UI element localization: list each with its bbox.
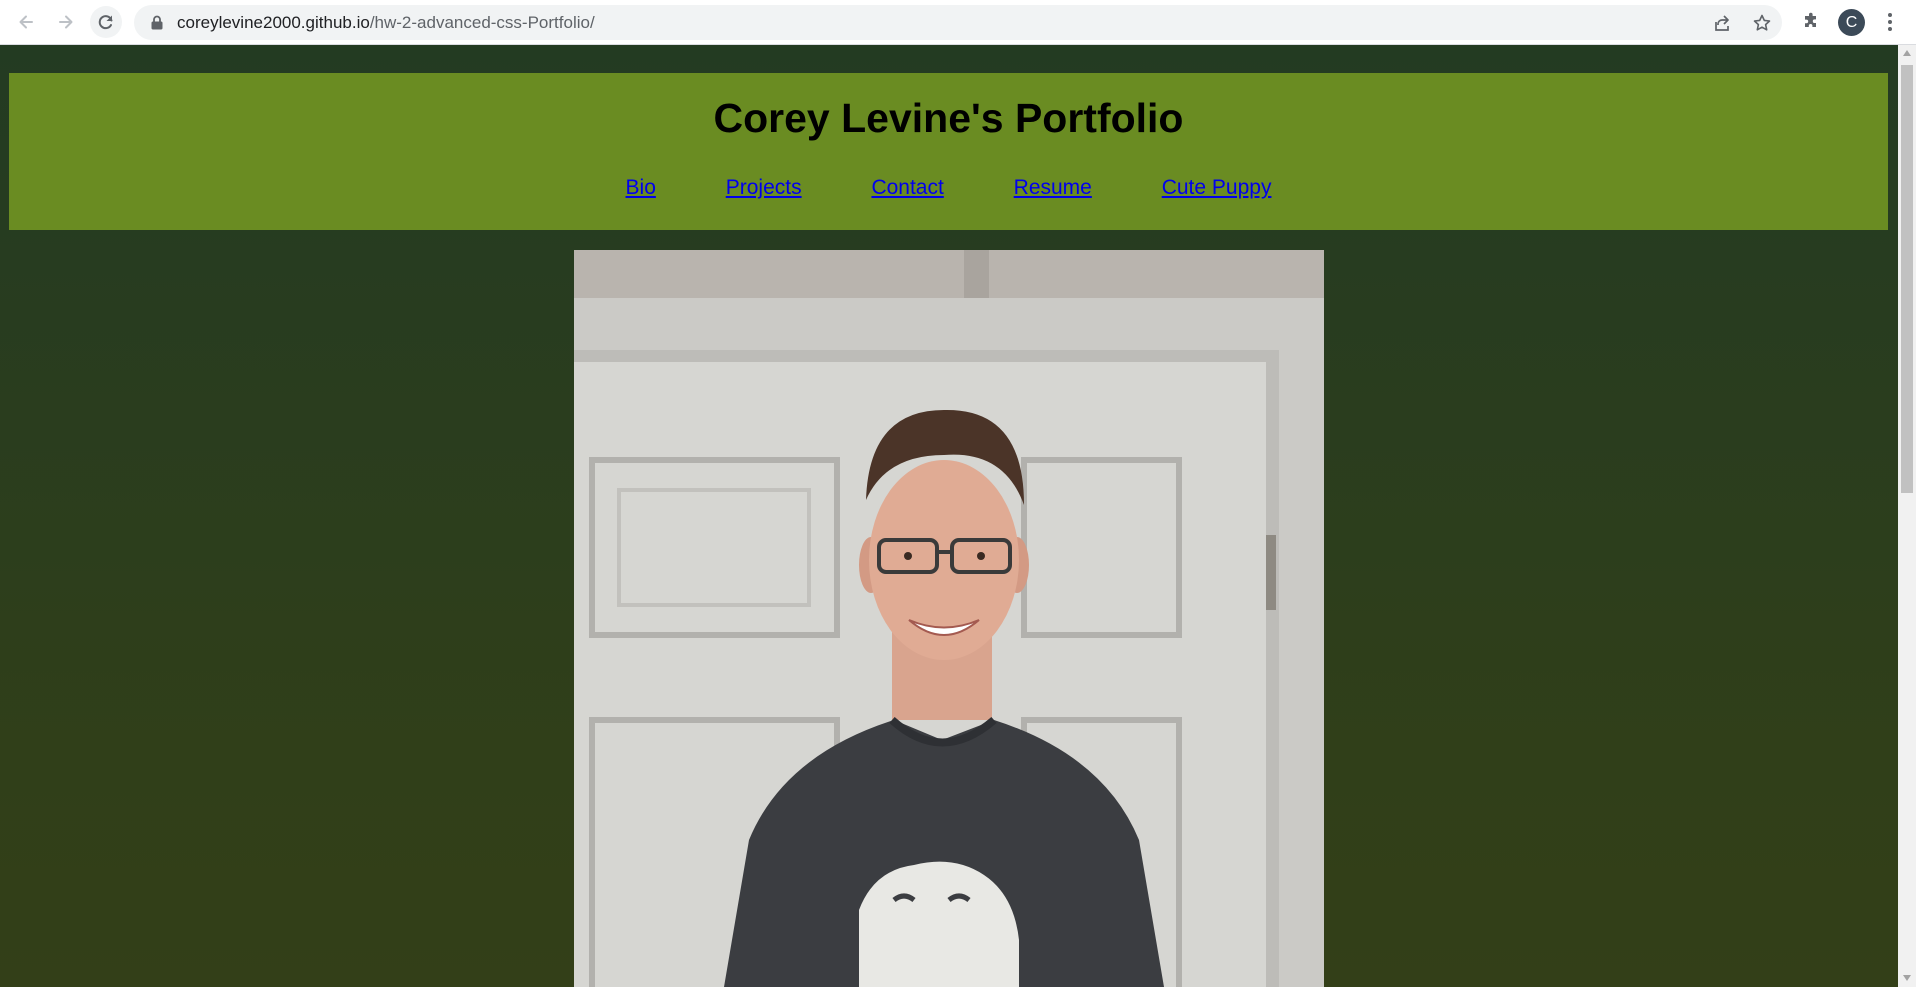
extensions-icon[interactable] — [1801, 12, 1821, 32]
forward-arrow-icon — [59, 15, 73, 29]
reload-button[interactable] — [90, 6, 122, 38]
forward-button[interactable] — [50, 6, 82, 38]
page-viewport: Corey Levine's Portfolio Bio Projects Co… — [0, 45, 1898, 987]
site-header: Corey Levine's Portfolio Bio Projects Co… — [9, 73, 1888, 230]
page-title: Corey Levine's Portfolio — [713, 95, 1184, 141]
back-arrow-icon — [19, 15, 33, 29]
profile-photo — [574, 250, 1324, 987]
site-nav: Bio Projects Contact Resume Cute Puppy — [9, 176, 1888, 200]
kebab-menu-icon[interactable] — [1886, 12, 1894, 32]
scroll-down-arrow-icon[interactable] — [1902, 974, 1912, 982]
url-text[interactable]: coreylevine2000.github.io/hw-2-advanced-… — [177, 14, 595, 32]
nav-link-contact[interactable]: Contact — [871, 176, 943, 199]
nav-link-projects[interactable]: Projects — [726, 176, 802, 199]
address-bar[interactable]: coreylevine2000.github.io/hw-2-advanced-… — [134, 5, 1782, 40]
profile-avatar[interactable]: C — [1838, 9, 1865, 36]
share-icon[interactable] — [1712, 13, 1732, 33]
url-host: coreylevine2000.github.io — [177, 13, 370, 32]
nav-link-cute-puppy[interactable]: Cute Puppy — [1162, 176, 1272, 199]
nav-link-resume[interactable]: Resume — [1014, 176, 1092, 199]
browser-toolbar: coreylevine2000.github.io/hw-2-advanced-… — [0, 0, 1916, 45]
url-path: /hw-2-advanced-css-Portfolio/ — [369, 13, 595, 32]
nav-link-bio[interactable]: Bio — [626, 176, 656, 199]
back-button[interactable] — [10, 6, 42, 38]
reload-icon — [98, 15, 113, 30]
scroll-up-arrow-icon[interactable] — [1902, 49, 1912, 57]
lock-icon[interactable] — [150, 15, 164, 30]
scrollbar-thumb[interactable] — [1901, 65, 1913, 493]
profile-photo-illustration — [574, 250, 1324, 987]
star-icon[interactable] — [1752, 13, 1772, 33]
page-scrollbar[interactable] — [1898, 45, 1916, 987]
